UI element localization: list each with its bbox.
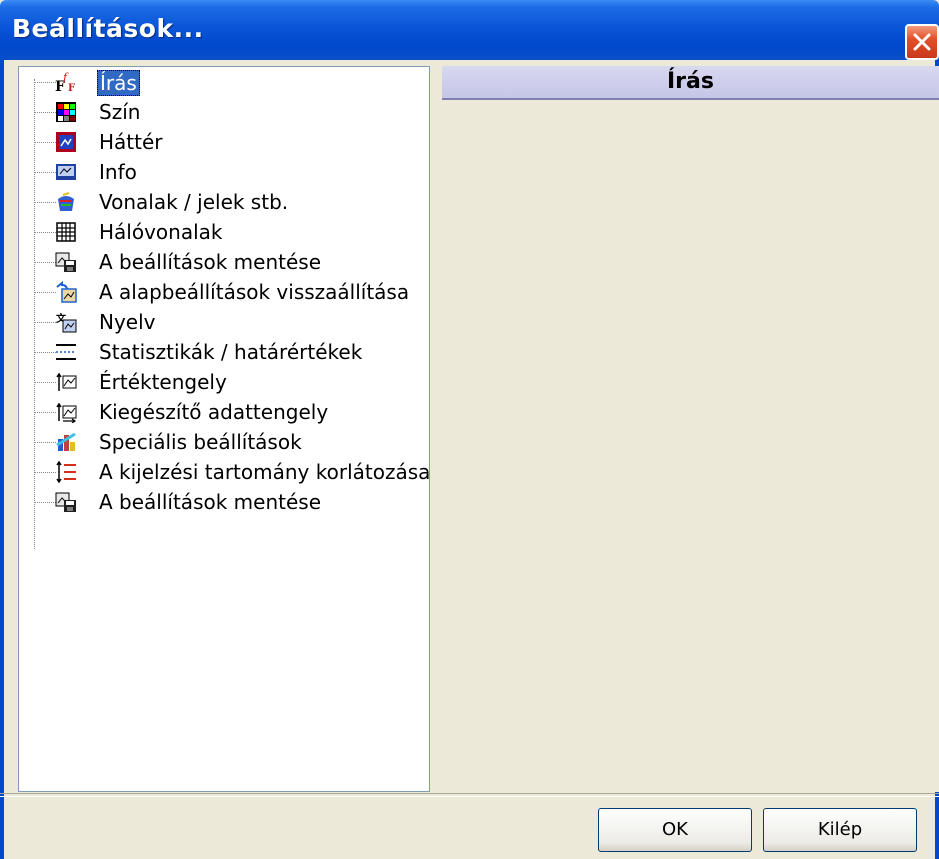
lines-marks-icon	[58, 192, 74, 211]
svg-text:F: F	[68, 83, 75, 93]
tree-item-label: Szín	[99, 100, 141, 124]
tree-item-label: Háttér	[99, 130, 163, 154]
tree-item-label: Kiegészítő adattengely	[99, 400, 329, 424]
tree-item-mentes-2[interactable]: A beállítások mentése	[19, 487, 429, 517]
font-icon: F f F	[55, 71, 75, 93]
secondary-axis-icon	[56, 402, 77, 423]
title-bar[interactable]: Beállítások...	[0, 0, 939, 60]
tree-item-label: Írás	[97, 70, 140, 96]
value-axis-icon	[56, 372, 77, 391]
exit-button[interactable]: Kilép	[763, 808, 917, 852]
special-settings-icon	[56, 432, 76, 451]
tree-item-label: A alapbeállítások visszaállítása	[99, 280, 410, 304]
display-range-icon	[56, 461, 76, 483]
tree-item-label: Vonalak / jelek stb.	[99, 190, 289, 214]
statistics-icon	[56, 344, 76, 360]
bottom-divider	[0, 793, 939, 797]
content-header-title: Írás	[667, 69, 714, 94]
settings-dialog: Beállítások... F f F Írás Szín Háttér In…	[0, 0, 939, 859]
tree-item-statisztikak[interactable]: Statisztikák / határértékek	[19, 337, 429, 367]
tree-item-label: Értéktengely	[99, 370, 227, 394]
color-palette-icon	[56, 102, 76, 122]
language-icon: 文	[56, 312, 77, 333]
background-icon	[56, 132, 76, 152]
tree-item-label: Nyelv	[99, 310, 156, 334]
window-title: Beállítások...	[12, 14, 204, 43]
tree-item-mentes[interactable]: A beállítások mentése	[19, 247, 429, 277]
tree-item-label: Hálóvonalak	[99, 220, 223, 244]
settings-tree[interactable]: F f F Írás Szín Háttér Info Vonalak / je…	[18, 66, 430, 792]
window-border-left	[0, 60, 4, 859]
tree-item-label: A beállítások mentése	[99, 490, 321, 514]
tree-item-specialis[interactable]: Speciális beállítások	[19, 427, 429, 457]
tree-item-label: A kijelzési tartomány korlátozása	[99, 460, 430, 484]
tree-item-label: Info	[99, 160, 137, 184]
close-icon	[913, 33, 931, 51]
restore-defaults-icon	[56, 281, 77, 303]
info-icon	[56, 164, 76, 180]
grid-icon	[56, 222, 76, 242]
tree-item-label: Statisztikák / határértékek	[99, 340, 363, 364]
tree-item-kijelzesi[interactable]: A kijelzési tartomány korlátozása	[19, 457, 429, 487]
tree-item-ertektengely[interactable]: Értéktengely	[19, 367, 429, 397]
close-button[interactable]	[905, 24, 939, 60]
tree-item-label: Speciális beállítások	[99, 430, 302, 454]
save-settings-icon	[55, 492, 76, 512]
content-header: Írás	[442, 66, 939, 100]
tree-item-hatter[interactable]: Háttér	[19, 127, 429, 157]
save-settings-icon	[55, 252, 76, 272]
settings-content-panel: Írás	[432, 66, 939, 792]
tree-item-nyelv[interactable]: 文 Nyelv	[19, 307, 429, 337]
tree-item-szin[interactable]: Szín	[19, 97, 429, 127]
tree-item-iras[interactable]: F f F Írás	[19, 67, 429, 97]
ok-button[interactable]: OK	[598, 808, 752, 852]
tree-item-label: A beállítások mentése	[99, 250, 321, 274]
tree-item-vonalak[interactable]: Vonalak / jelek stb.	[19, 187, 429, 217]
tree-item-info[interactable]: Info	[19, 157, 429, 187]
tree-item-visszaallitas[interactable]: A alapbeállítások visszaállítása	[19, 277, 429, 307]
tree-item-kiegeszito[interactable]: Kiegészítő adattengely	[19, 397, 429, 427]
tree-item-halovonalak[interactable]: Hálóvonalak	[19, 217, 429, 247]
